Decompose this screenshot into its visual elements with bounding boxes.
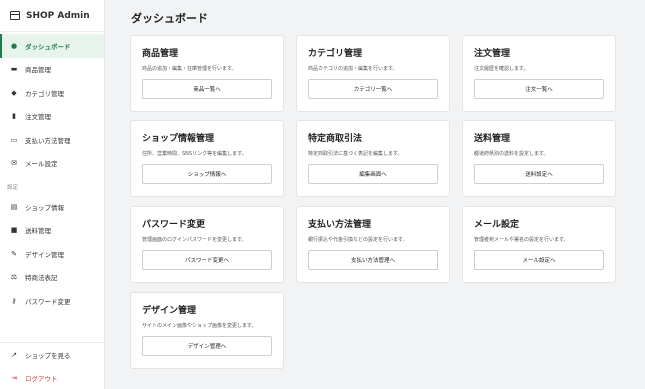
card-categories: カテゴリ管理 商品カテゴリの追加・編集を行います。 カテゴリ一覧へ xyxy=(296,35,450,112)
payments-button[interactable]: 支払い方法管理へ xyxy=(308,250,438,270)
brush-icon: ✎ xyxy=(11,249,17,258)
card-legal: 特定商取引法 特定商取引法に基づく表記を編集します。 編集画面へ xyxy=(296,120,450,197)
sidebar-item-password[interactable]: ⚷ パスワード変更 xyxy=(0,289,104,313)
card-title: 送料管理 xyxy=(474,134,511,144)
sidebar-item-payments[interactable]: ▭ 支払い方法管理 xyxy=(0,128,104,152)
card-title: 商品管理 xyxy=(142,49,179,59)
sidebar-item-label: メール設定 xyxy=(25,160,58,169)
sidebar-item-shipping[interactable]: ■ 送料管理 xyxy=(0,219,104,243)
categories-list-button[interactable]: カテゴリ一覧へ xyxy=(308,79,438,99)
card-orders: 注文管理 注文履歴を確認します。 注文一覧へ xyxy=(462,35,616,112)
sidebar-item-label: デザイン管理 xyxy=(25,250,64,259)
card-mail: メール設定 管理者宛メールや署名の設定を行います。 メール設定へ xyxy=(462,206,616,283)
card-description: 都道府県別の送料を設定します。 xyxy=(474,151,549,157)
card-title: 特定商取引法 xyxy=(308,134,363,144)
mail-settings-button[interactable]: メール設定へ xyxy=(474,250,604,270)
shop-info-button[interactable]: ショップ情報へ xyxy=(142,164,272,184)
card-description: 商品の追加・編集・在庫管理を行います。 xyxy=(142,66,237,72)
sidebar-item-products[interactable]: ▬ 商品管理 xyxy=(0,58,104,82)
card-description: 管理画面のログインパスワードを変更します。 xyxy=(142,237,247,243)
sidebar-item-dashboard[interactable]: ● ダッシュボード xyxy=(0,34,104,58)
card-title: デザイン管理 xyxy=(142,306,197,316)
key-icon: ⚷ xyxy=(11,296,17,305)
sidebar-item-label: ダッシュボード xyxy=(25,42,71,51)
password-change-button[interactable]: パスワード変更へ xyxy=(142,250,272,270)
sidebar: SHOP Admin ● ダッシュボード ▬ 商品管理 ◆ カテゴリ管理 ▮ 注… xyxy=(0,0,105,389)
document-icon: ▮ xyxy=(12,112,16,121)
card-title: メール設定 xyxy=(474,220,520,230)
sidebar-item-shop-info[interactable]: ▤ ショップ情報 xyxy=(0,195,104,219)
card-title: カテゴリ管理 xyxy=(308,49,363,59)
logout-link[interactable]: ⇥ ログアウト xyxy=(0,367,104,389)
store-icon: ▤ xyxy=(10,202,18,211)
sidebar-item-orders[interactable]: ▮ 注文管理 xyxy=(0,105,104,129)
card-description: 商品カテゴリの追加・編集を行います。 xyxy=(308,66,398,72)
card-description: 銀行振込や代金引換などの設定を行います。 xyxy=(308,237,408,243)
orders-list-button[interactable]: 注文一覧へ xyxy=(474,79,604,99)
brand-name: SHOP Admin xyxy=(26,10,90,21)
shipping-settings-button[interactable]: 送料設定へ xyxy=(474,164,604,184)
sidebar-bottom: ↗ ショップを見る ⇥ ログアウト xyxy=(0,342,104,389)
products-list-button[interactable]: 商品一覧へ xyxy=(142,79,272,99)
sidebar-item-legal[interactable]: ⚖ 特商法表記 xyxy=(0,266,104,290)
card-design: デザイン管理 サイトのメイン画像やショップ画像を変更します。 デザイン管理へ xyxy=(130,292,284,369)
sidebar-item-label: ログアウト xyxy=(25,375,58,384)
card-description: 特定商取引法に基づく表記を編集します。 xyxy=(308,151,403,157)
info-icon: ● xyxy=(10,41,18,50)
card-description: サイトのメイン画像やショップ画像を変更します。 xyxy=(142,323,257,329)
mail-icon: ✉ xyxy=(11,159,17,168)
box-icon: ▬ xyxy=(10,65,18,74)
sidebar-item-label: 支払い方法管理 xyxy=(25,136,71,145)
card-payments: 支払い方法管理 銀行振込や代金引換などの設定を行います。 支払い方法管理へ xyxy=(296,206,450,283)
card-title: パスワード変更 xyxy=(142,220,206,230)
shop-icon xyxy=(10,11,20,20)
tag-icon: ◆ xyxy=(11,88,17,97)
sidebar-item-label: カテゴリ管理 xyxy=(25,89,64,98)
card-shipping: 送料管理 都道府県別の送料を設定します。 送料設定へ xyxy=(462,120,616,197)
view-shop-link[interactable]: ↗ ショップを見る xyxy=(0,343,104,367)
card-password: パスワード変更 管理画面のログインパスワードを変更します。 パスワード変更へ xyxy=(130,206,284,283)
card-description: 注文履歴を確認します。 xyxy=(474,66,529,72)
sidebar-item-label: ショップ情報 xyxy=(25,203,64,212)
card-title: ショップ情報管理 xyxy=(142,134,215,144)
card-title: 支払い方法管理 xyxy=(308,220,372,230)
sidebar-item-label: ショップを見る xyxy=(25,351,71,360)
legal-edit-button[interactable]: 編集画面へ xyxy=(308,164,438,184)
card-description: 管理者宛メールや署名の設定を行います。 xyxy=(474,237,569,243)
truck-icon: ■ xyxy=(10,226,18,235)
sidebar-item-categories[interactable]: ◆ カテゴリ管理 xyxy=(0,81,104,105)
settings-group-label: 設定 xyxy=(7,185,19,191)
sidebar-item-mail[interactable]: ✉ メール設定 xyxy=(0,152,104,176)
brand[interactable]: SHOP Admin xyxy=(0,0,104,32)
page-title: ダッシュボード xyxy=(131,12,208,25)
card-title: 注文管理 xyxy=(474,49,511,59)
design-button[interactable]: デザイン管理へ xyxy=(142,336,272,356)
scale-icon: ⚖ xyxy=(10,273,18,282)
sidebar-item-label: 商品管理 xyxy=(25,66,51,75)
sidebar-item-label: 注文管理 xyxy=(25,113,51,122)
sidebar-item-design[interactable]: ✎ デザイン管理 xyxy=(0,242,104,266)
credit-card-icon: ▭ xyxy=(10,135,18,144)
sidebar-item-label: パスワード変更 xyxy=(25,297,71,306)
card-products: 商品管理 商品の追加・編集・在庫管理を行います。 商品一覧へ xyxy=(130,35,284,112)
sidebar-item-label: 特商法表記 xyxy=(25,274,58,283)
card-shop-info: ショップ情報管理 住所、営業時間、SNSリンク等を編集します。 ショップ情報へ xyxy=(130,120,284,197)
logout-icon: ⇥ xyxy=(11,374,17,383)
card-description: 住所、営業時間、SNSリンク等を編集します。 xyxy=(142,151,247,157)
sidebar-item-label: 送料管理 xyxy=(25,227,51,236)
external-link-icon: ↗ xyxy=(11,350,17,359)
